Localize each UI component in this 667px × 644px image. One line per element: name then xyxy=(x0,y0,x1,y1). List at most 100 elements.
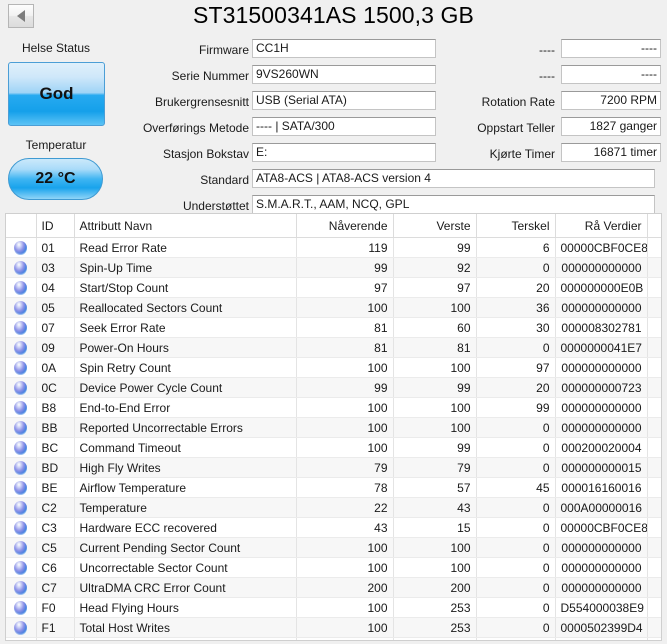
table-row[interactable]: F1 Total Host Writes 100 253 0 0000502399D4 xyxy=(6,617,661,638)
cell-end xyxy=(647,577,661,598)
cell-id: BE xyxy=(36,477,75,498)
cell-name: Temperature xyxy=(74,497,297,518)
table-row[interactable]: C3 Hardware ECC recovered 43 15 0 00000CBF0CE… xyxy=(6,517,661,538)
cell-end xyxy=(647,337,661,358)
cell-id: 07 xyxy=(36,317,75,338)
cell-threshold: 0 xyxy=(476,457,556,478)
cell-current: 100 xyxy=(296,417,394,438)
table-row[interactable]: BC Command Timeout 100 99 0 000200020004 xyxy=(6,437,661,458)
table-row[interactable]: C5 Current Pending Sector Count 100 100 0 000… xyxy=(6,537,661,558)
smart-attributes-table[interactable]: ID Attributt Navn Nåverende Verste Tersk… xyxy=(5,213,662,641)
table-row[interactable]: 01 Read Error Rate 119 99 6 00000CBF0CE8 xyxy=(6,237,661,258)
column-header-threshold[interactable]: Terskel xyxy=(476,214,556,238)
cell-id: C7 xyxy=(36,577,75,598)
row-status-cell xyxy=(6,317,37,338)
field-value-power-on-count[interactable]: 1827 ganger xyxy=(561,117,661,136)
cell-end xyxy=(647,637,661,640)
field-value-transfer-mode[interactable]: ---- | SATA/300 xyxy=(252,117,436,136)
table-row[interactable]: 07 Seek Error Rate 81 60 30 000008302781 xyxy=(6,317,661,338)
status-dot-icon xyxy=(14,560,28,575)
field-value-standard[interactable]: ATA8-ACS | ATA8-ACS version 4 xyxy=(252,169,655,188)
row-status-cell xyxy=(6,577,37,598)
row-status-cell xyxy=(6,617,37,638)
table-row[interactable]: 09 Power-On Hours 81 81 0 0000000041E7 xyxy=(6,337,661,358)
cell-current: 99 xyxy=(296,257,394,278)
cell-name: UltraDMA CRC Error Count xyxy=(74,577,297,598)
cell-worst: 79 xyxy=(393,457,477,478)
field-value-power-on-hours[interactable]: 16871 timer xyxy=(561,143,661,162)
status-dot-icon xyxy=(14,620,28,635)
row-status-cell xyxy=(6,597,37,618)
field-value-serial-number[interactable]: 9VS260WN xyxy=(252,65,436,84)
row-status-cell xyxy=(6,377,37,398)
cell-current: 99 xyxy=(296,377,394,398)
cell-end xyxy=(647,497,661,518)
column-header-raw[interactable]: Rå Verdier xyxy=(555,214,648,238)
row-status-cell xyxy=(6,437,37,458)
cell-worst: 99 xyxy=(393,237,477,258)
health-status-badge[interactable]: God xyxy=(8,62,105,126)
cell-threshold: 0 xyxy=(476,577,556,598)
cell-threshold: 0 xyxy=(476,437,556,458)
cell-raw: 000000000000 xyxy=(555,397,648,418)
field-label-serial-number: Serie Nummer xyxy=(171,69,249,83)
cell-id: 09 xyxy=(36,337,75,358)
cell-raw: 0000502399D4 xyxy=(555,617,648,638)
table-row[interactable]: BB Reported Uncorrectable Errors 100 100 0 00… xyxy=(6,417,661,438)
cell-name: Reported Uncorrectable Errors xyxy=(74,417,297,438)
table-row[interactable]: BE Airflow Temperature 78 57 45 000016160016 xyxy=(6,477,661,498)
status-dot-icon xyxy=(14,420,28,435)
column-header-name[interactable]: Attributt Navn xyxy=(74,214,297,238)
table-row[interactable]: 0C Device Power Cycle Count 99 99 20 00000000… xyxy=(6,377,661,398)
table-row[interactable]: BD High Fly Writes 79 79 0 000000000015 xyxy=(6,457,661,478)
cell-end xyxy=(647,237,661,258)
column-header-worst[interactable]: Verste xyxy=(393,214,477,238)
table-row[interactable]: B8 End-to-End Error 100 100 99 000000000000 xyxy=(6,397,661,418)
cell-current: 78 xyxy=(296,477,394,498)
cell-end xyxy=(647,557,661,578)
status-dot-icon xyxy=(14,520,28,535)
field-value-interface[interactable]: USB (Serial ATA) xyxy=(252,91,436,110)
cell-raw: 0000000041E7 xyxy=(555,337,648,358)
column-header-end[interactable] xyxy=(647,214,661,238)
field-label-power-on-hours: Kjørte Timer xyxy=(489,147,555,161)
cell-name: Head Flying Hours xyxy=(74,597,297,618)
row-status-cell xyxy=(6,477,37,498)
cell-name: Hardware ECC recovered xyxy=(74,517,297,538)
field-value-firmware[interactable]: CC1H xyxy=(252,39,436,58)
temperature-badge[interactable]: 22 °C xyxy=(8,158,103,200)
table-row[interactable]: 05 Reallocated Sectors Count 100 100 36 00000… xyxy=(6,297,661,318)
column-header-icon[interactable] xyxy=(6,214,37,238)
cell-current: 119 xyxy=(296,237,394,258)
cell-id: 0A xyxy=(36,357,75,378)
cell-name: Airflow Temperature xyxy=(74,477,297,498)
field-value-supported[interactable]: S.M.A.R.T., AAM, NCQ, GPL xyxy=(252,195,655,214)
table-row[interactable]: F2Total Host Reads10025300000CC9C273C xyxy=(6,637,661,640)
cell-end xyxy=(647,257,661,278)
table-row[interactable]: C7 UltraDMA CRC Error Count 200 200 0 0000000… xyxy=(6,577,661,598)
cell-id: 03 xyxy=(36,257,75,278)
table-row[interactable]: C6 Uncorrectable Sector Count 100 100 0 00000… xyxy=(6,557,661,578)
cell-name: Power-On Hours xyxy=(74,337,297,358)
status-dot-icon xyxy=(14,380,28,395)
table-row[interactable]: C2 Temperature 22 43 0 000A00000016 xyxy=(6,497,661,518)
table-row[interactable]: 0A Spin Retry Count 100 100 97 000000000000 xyxy=(6,357,661,378)
cell-threshold: 0 xyxy=(476,497,556,518)
cell-raw: 000016160016 xyxy=(555,477,648,498)
table-row[interactable]: 03 Spin-Up Time 99 92 0 000000000000 xyxy=(6,257,661,278)
field-value-rotation-rate[interactable]: 7200 RPM xyxy=(561,91,661,110)
cell-end xyxy=(647,437,661,458)
cell-id: F1 xyxy=(36,617,75,638)
column-header-id[interactable]: ID xyxy=(36,214,75,238)
table-row[interactable]: F0 Head Flying Hours 100 253 0 D554000038E9 xyxy=(6,597,661,618)
cell-raw: 000008302781 xyxy=(555,317,648,338)
cell-id: C6 xyxy=(36,557,75,578)
status-dot-icon xyxy=(14,540,28,555)
cell-threshold: 36 xyxy=(476,297,556,318)
field-value-unknown-2[interactable]: ---- xyxy=(561,65,661,84)
column-header-current[interactable]: Nåverende xyxy=(296,214,394,238)
cell-id: F2 xyxy=(36,637,75,640)
field-value-drive-letter[interactable]: E: xyxy=(252,143,436,162)
table-row[interactable]: 04 Start/Stop Count 97 97 20 000000000E0B xyxy=(6,277,661,298)
field-value-unknown-1[interactable]: ---- xyxy=(561,39,661,58)
